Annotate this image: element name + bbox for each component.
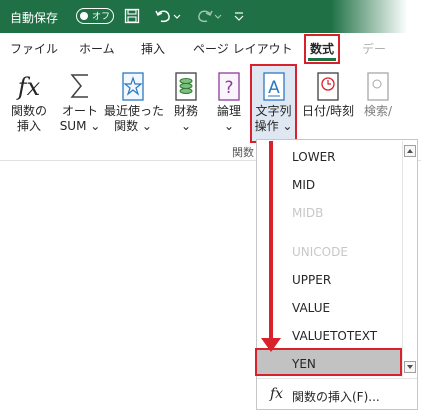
function-item-lower[interactable]: LOWER [257, 143, 401, 171]
question-book-icon: ? [210, 72, 248, 104]
fx-icon: fx [17, 73, 41, 101]
text-functions-dropdown: LOWER MID MIDB UNICODE UPPER VALUE VALUE… [255, 139, 418, 410]
financial-label-1: 財務 [173, 104, 198, 118]
insert-function-label-1: 関数の [10, 104, 47, 118]
date-time-button[interactable]: 日付/時刻 [299, 72, 357, 119]
annotation-arrow-head [261, 338, 281, 352]
recent-functions-label-2: 関数 ⌄ [114, 119, 152, 133]
dropdown-separator [257, 378, 417, 379]
tab-data[interactable]: デー [362, 40, 386, 57]
autosum-button[interactable]: オート SUM ⌄ [58, 72, 102, 134]
text-functions-label-2: 操作 ⌄ [254, 119, 293, 133]
recent-functions-button[interactable]: 最近使った 関数 ⌄ [104, 72, 165, 134]
lookup-button[interactable]: 検索/ [358, 72, 398, 119]
financial-icon [167, 72, 205, 104]
active-tab-indicator [308, 58, 336, 61]
toggle-knob [80, 11, 88, 20]
scroll-down-button[interactable] [404, 361, 416, 373]
function-library-group-label: 関数 [232, 146, 254, 159]
autosum-label-1: オート [61, 104, 98, 118]
redo-icon [196, 8, 222, 27]
logical-button[interactable]: ? 論理 ⌄ [210, 72, 248, 134]
insert-function-button[interactable]: fx 関数の 挿入 [7, 72, 51, 134]
scroll-up-button[interactable] [404, 145, 416, 157]
insert-function-menu-item[interactable]: fx 関数の挿入(F)... [257, 380, 417, 410]
autosave-toggle[interactable]: オフ [76, 8, 114, 24]
insert-function-menu-label: 関数の挿入(F)... [292, 390, 380, 404]
text-functions-button[interactable]: A 文字列 操作 ⌄ [250, 72, 297, 134]
dropdown-scrollbar[interactable] [402, 141, 417, 377]
function-item-value[interactable]: VALUE [257, 294, 401, 322]
insert-function-label-2: 挿入 [16, 119, 41, 133]
fx-icon: fx [270, 386, 284, 402]
clock-book-icon [299, 72, 357, 104]
text-functions-label-1: 文字列 [255, 104, 292, 118]
annotation-arrow-shaft [269, 141, 273, 342]
function-item-midb[interactable]: MIDB [257, 199, 401, 227]
logical-label-2: ⌄ [223, 119, 235, 133]
financial-label-2: ⌄ [180, 119, 192, 133]
function-item-upper[interactable]: UPPER [257, 266, 401, 294]
lookup-label-1: 検索/ [363, 104, 393, 118]
sigma-icon [58, 72, 102, 104]
function-item-yen[interactable]: YEN [255, 348, 402, 376]
undo-icon[interactable] [155, 8, 181, 27]
tab-home[interactable]: ホーム [79, 40, 115, 57]
function-item-unicode[interactable]: UNICODE [257, 238, 401, 266]
date-time-label-1: 日付/時刻 [301, 104, 355, 118]
svg-text:A: A [268, 78, 280, 98]
autosave-label: 自動保存 [10, 11, 59, 25]
tab-insert[interactable]: 挿入 [141, 40, 165, 57]
title-bar-fade [331, 0, 421, 40]
function-item-mid[interactable]: MID [257, 171, 401, 199]
star-book-icon [104, 72, 162, 104]
logical-label-1: 論理 [216, 104, 241, 118]
tab-file[interactable]: ファイル [10, 40, 58, 57]
svg-text:?: ? [224, 78, 233, 98]
text-a-icon: A [250, 72, 297, 104]
customize-qat-icon[interactable] [234, 8, 244, 27]
lookup-icon [358, 72, 398, 104]
save-icon[interactable] [124, 8, 140, 27]
tab-page-layout[interactable]: ページ レイアウト [193, 40, 293, 57]
autosave-state: オフ [92, 12, 111, 22]
recent-functions-label-1: 最近使った [104, 104, 165, 118]
autosum-label-2: SUM ⌄ [59, 119, 101, 133]
financial-button[interactable]: 財務 ⌄ [167, 72, 205, 134]
